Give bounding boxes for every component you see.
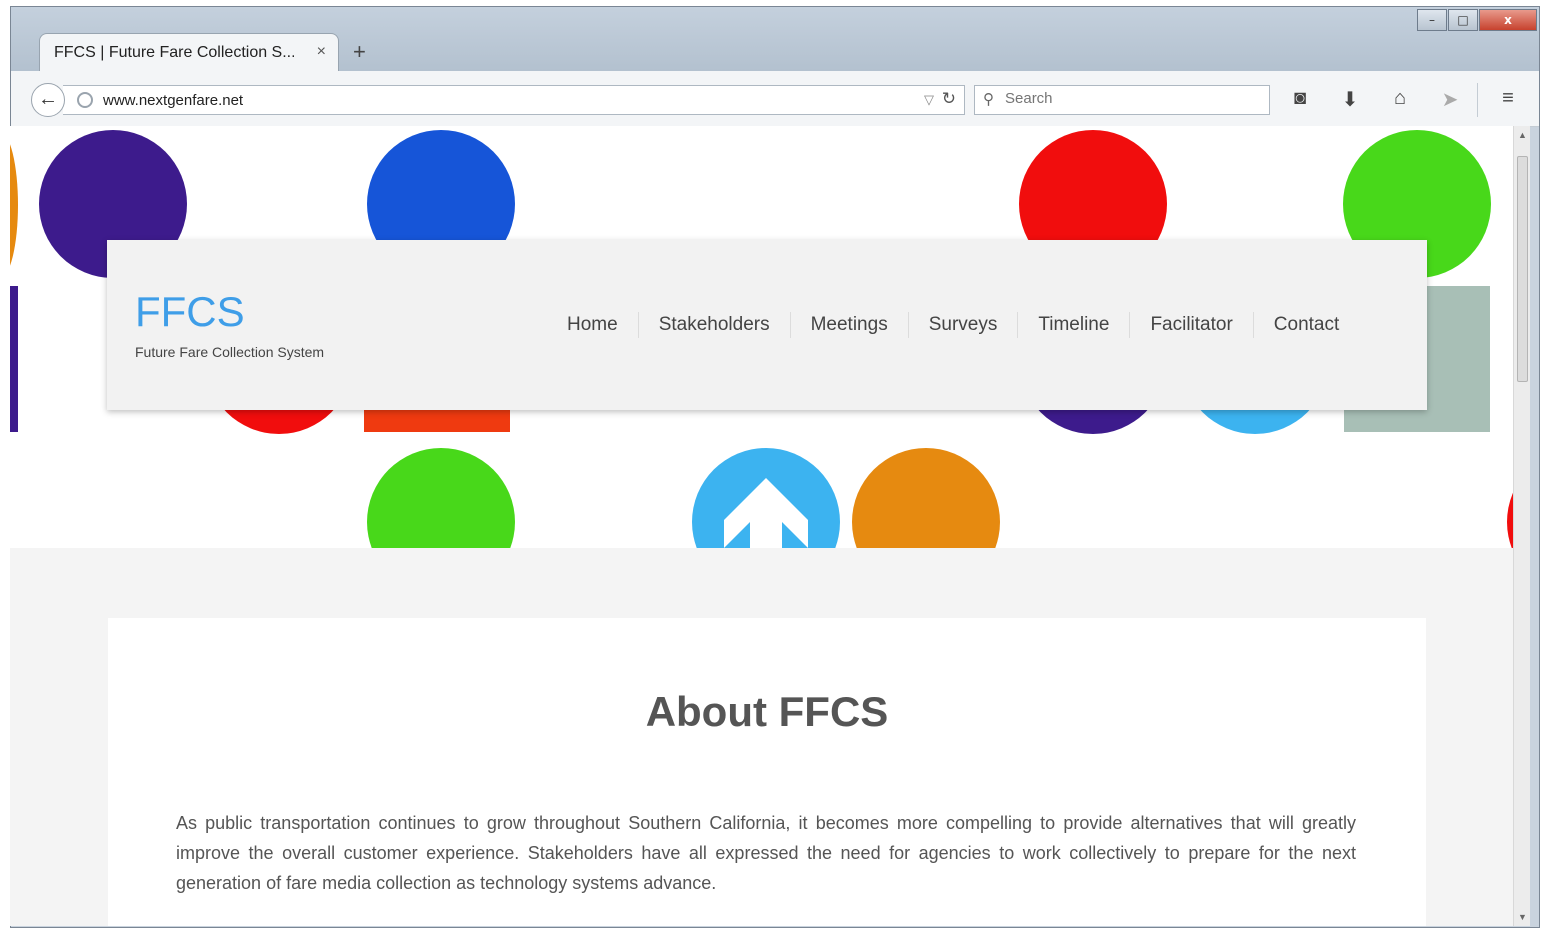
site-logo[interactable]: FFCS [135,288,245,336]
search-bar[interactable]: ⚲ [974,85,1270,115]
nav-item-meetings[interactable]: Meetings [791,312,909,338]
minimize-button[interactable]: – [1417,9,1447,31]
menu-icon[interactable]: ≡ [1495,87,1521,110]
navigation-toolbar: www.nextgenfare.net ▽ ↻ ← ⚲ ◙ ⬇ ⌂ ➤ ≡ [11,71,1539,127]
url-text[interactable]: www.nextgenfare.net [103,92,243,109]
vertical-scrollbar[interactable]: ▲ ▼ [1513,126,1530,926]
pocket-icon[interactable]: ◙ [1287,87,1313,110]
toolbar-divider [1477,83,1478,117]
tab-close-icon[interactable]: × [317,43,326,61]
up-arrow-icon [724,478,808,548]
maximize-button[interactable]: □ [1448,9,1478,31]
url-bar[interactable]: www.nextgenfare.net ▽ ↻ [63,85,965,115]
browser-tab[interactable]: FFCS | Future Fare Collection S... × [39,33,339,73]
site-identity-icon[interactable] [77,92,93,108]
scrollbar-thumb[interactable] [1517,156,1528,382]
banner-square-purple [10,286,18,432]
nav-item-timeline[interactable]: Timeline [1018,312,1131,338]
search-icon: ⚲ [983,91,994,108]
url-dropdown-icon[interactable]: ▽ [924,92,934,108]
nav-item-surveys[interactable]: Surveys [909,312,1019,338]
search-input[interactable] [1005,90,1255,107]
nav-item-home[interactable]: Home [547,312,639,338]
scroll-up-arrow-icon[interactable]: ▲ [1518,130,1527,140]
reload-icon[interactable]: ↻ [942,89,956,109]
banner-dot-orange [852,448,1000,548]
window-controls: – □ x [1416,9,1537,31]
home-icon[interactable]: ⌂ [1387,87,1413,110]
site-tagline: Future Fare Collection System [135,344,325,360]
share-icon[interactable]: ➤ [1437,87,1463,112]
about-heading: About FFCS [645,688,889,735]
page-viewport: FFCS Future Fare Collection System Home … [10,126,1513,926]
banner-dot-green-2 [367,448,515,548]
tab-title: FFCS | Future Fare Collection S... [54,44,294,61]
title-bar: – □ x FFCS | Future Fare Collection S...… [11,7,1539,73]
main-nav: Home Stakeholders Meetings Surveys Timel… [547,312,1359,338]
about-paragraph: As public transportation continues to gr… [176,813,1356,893]
new-tab-button[interactable]: + [353,39,366,65]
close-window-button[interactable]: x [1479,9,1537,31]
banner-dot-orange-partial [10,132,18,278]
download-icon[interactable]: ⬇ [1337,87,1363,112]
banner-dot-arrow [692,448,840,548]
back-button[interactable]: ← [31,83,65,117]
about-section: About FFCS As public transportation cont… [108,618,1426,926]
scroll-down-arrow-icon[interactable]: ▼ [1518,912,1527,922]
site-header: FFCS Future Fare Collection System Home … [107,240,1427,410]
nav-item-stakeholders[interactable]: Stakeholders [639,312,791,338]
nav-item-facilitator[interactable]: Facilitator [1130,312,1254,338]
nav-item-contact[interactable]: Contact [1254,312,1359,338]
